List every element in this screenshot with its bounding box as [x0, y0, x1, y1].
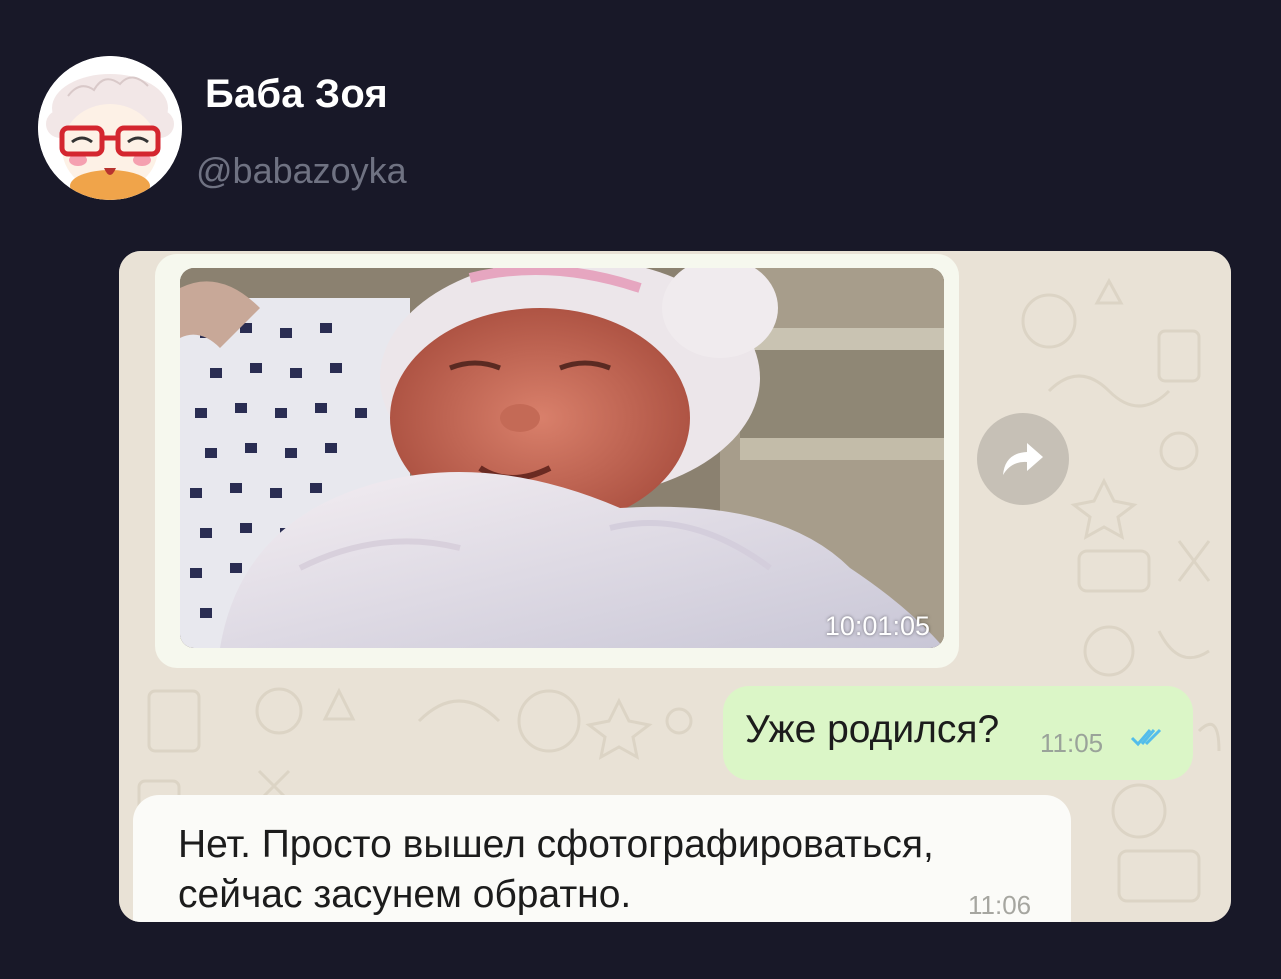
chat-screenshot-image: 10:01:05 Уже родился? 11:05 Нет. Просто …: [119, 251, 1231, 922]
forward-arrow-icon: [1003, 443, 1043, 475]
author-avatar[interactable]: [38, 56, 182, 200]
outgoing-message-bubble[interactable]: Уже родился? 11:05: [723, 686, 1193, 780]
media-timestamp: 10:01:05: [824, 611, 930, 641]
double-check-icon: [1130, 728, 1162, 747]
forward-button[interactable]: [977, 413, 1069, 505]
baby-photo[interactable]: 10:01:05: [180, 268, 944, 648]
media-message-bubble[interactable]: 10:01:05: [155, 254, 959, 668]
incoming-message-text: Нет. Просто вышел сфотографироваться, се…: [178, 820, 1038, 920]
grandma-avatar-icon: [38, 56, 182, 200]
newborn-photo-image: [180, 268, 944, 648]
outgoing-message-time: 11:05: [1040, 728, 1104, 758]
incoming-message-time: 11:06: [968, 890, 1032, 920]
author-name[interactable]: Баба Зоя: [205, 72, 388, 117]
social-post: Баба Зоя @babazoyka 10:01:05 Уже родился…: [0, 0, 1281, 979]
outgoing-message-text: Уже родился?: [745, 708, 1000, 751]
incoming-message-line-1: Нет. Просто вышел сфотографироваться,: [178, 823, 934, 866]
incoming-message-bubble[interactable]: Нет. Просто вышел сфотографироваться, се…: [133, 795, 1071, 922]
author-handle[interactable]: @babazoyka: [196, 150, 407, 192]
incoming-message-line-2: сейчас засунем обратно.: [178, 873, 632, 916]
